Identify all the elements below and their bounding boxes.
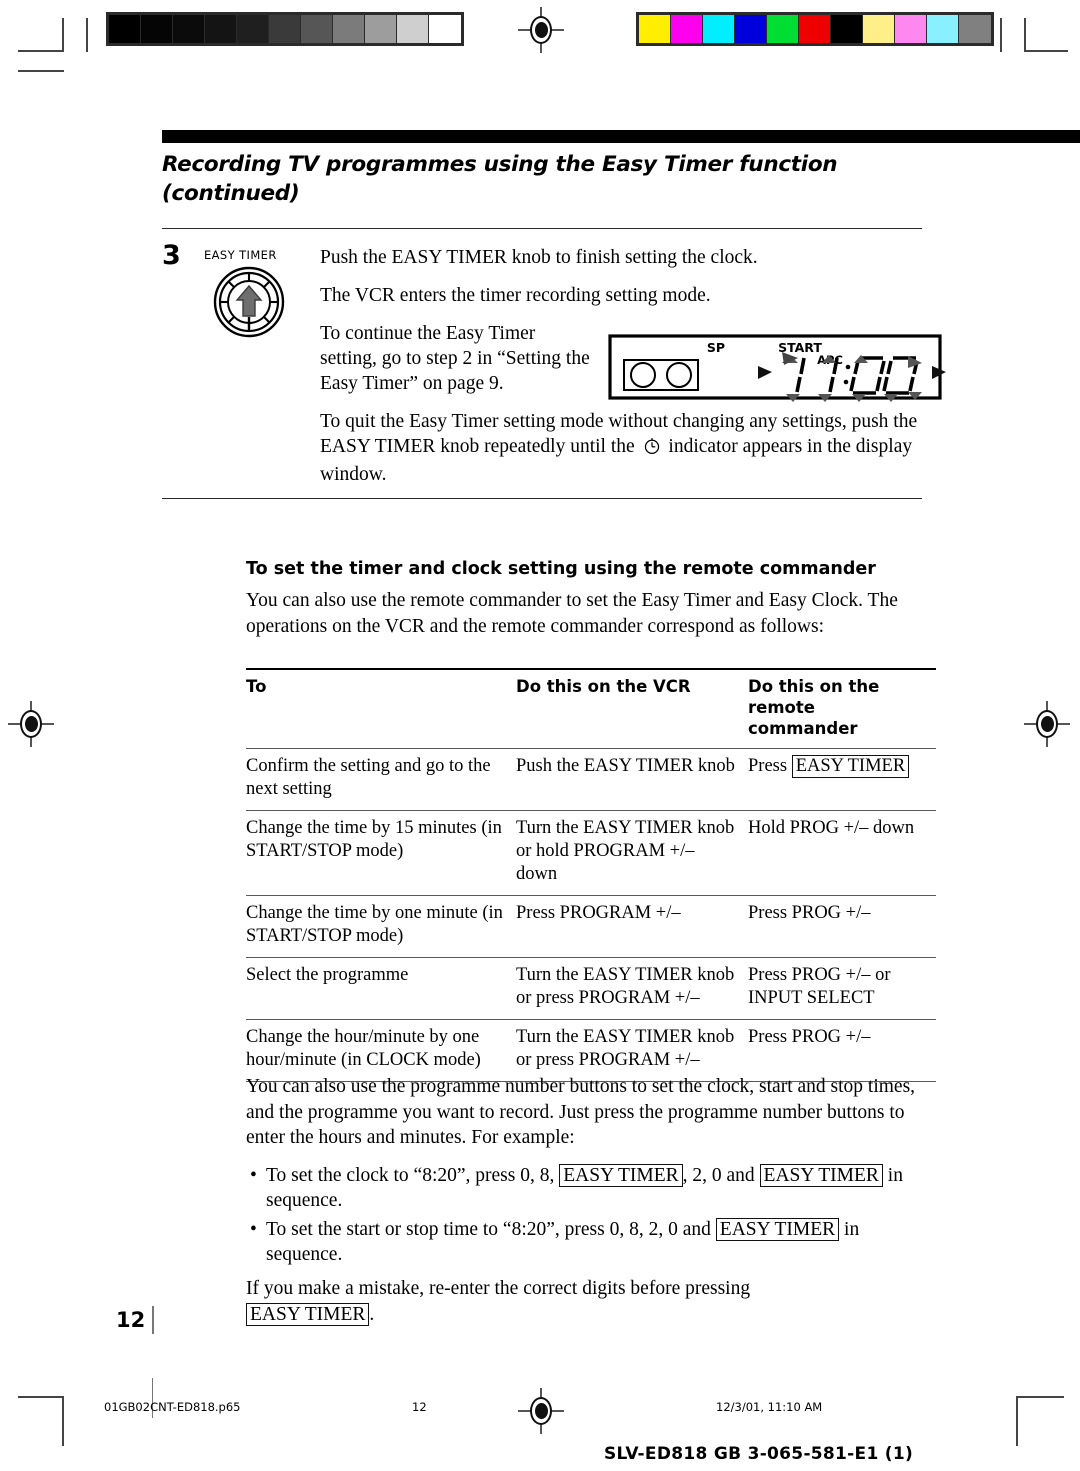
easy-timer-key-badge[interactable]: EASY TIMER (715, 1217, 840, 1241)
table-row: Change the time by one minute (in START/… (246, 896, 936, 958)
final-note-text-a: If you make a mistake, re-enter the corr… (246, 1278, 751, 1299)
outro-section: You can also use the programme number bu… (246, 1074, 936, 1271)
list-item: To set the clock to “8:20”, press 0, 8, … (246, 1163, 936, 1214)
cell-remote-text: Press (748, 756, 792, 776)
cell-action: Select the programme (246, 965, 409, 985)
easy-timer-key-badge[interactable]: EASY TIMER (791, 755, 910, 778)
page-number-rule (152, 1306, 154, 1334)
step-line-2: The VCR enters the timer recording setti… (320, 285, 711, 306)
rotary-knob-up-arrow-icon (213, 266, 285, 338)
bullet1-text-b: , 2, 0 and (682, 1164, 755, 1186)
column-header-vcr: Do this on the VCR (516, 677, 691, 696)
bullet1-text-a: To set the clock to “8:20”, press 0, 8, (266, 1164, 555, 1186)
title-divider-rule (162, 228, 922, 229)
cell-remote: Press PROG +/– or INPUT SELECT (748, 965, 891, 1008)
step-line-4: To quit the Easy Timer setting mode with… (320, 409, 935, 487)
cell-remote: Press PROG +/– (748, 1027, 871, 1047)
page-number: 12 (116, 1308, 146, 1332)
cell-vcr: Turn the EASY TIMER knob or press PROGRA… (516, 1027, 735, 1070)
cell-remote: Press EASY TIMER (748, 749, 936, 811)
vcr-display-illustration: SP START APC (608, 322, 948, 402)
header-black-rule (162, 130, 1080, 143)
cell-remote: Hold PROG +/– down (748, 818, 915, 838)
step-line-3: To continue the Easy Timer setting, go t… (320, 323, 590, 394)
column-header-remote: Do this on the remote commander (748, 677, 880, 738)
outro-paragraph: You can also use the programme number bu… (246, 1076, 916, 1148)
knob-caption: EASY TIMER (204, 248, 277, 262)
clock-timer-indicator-icon (643, 437, 661, 462)
step-number: 3 (162, 240, 181, 271)
svg-text:SP: SP (707, 340, 725, 355)
cell-vcr: Push the EASY TIMER knob (516, 756, 735, 776)
step-line-1: Push the EASY TIMER knob to finish setti… (320, 247, 758, 268)
column-header-to: To (246, 677, 267, 696)
final-note: If you make a mistake, re-enter the corr… (246, 1276, 936, 1328)
page-title: Recording TV programmes using the Easy T… (162, 152, 838, 206)
footer-filename: 01GB02CNT-ED818.p65 (104, 1400, 241, 1414)
registration-mark-bottom-center (518, 1388, 564, 1434)
table-row: Change the hour/minute by one hour/minut… (246, 1020, 936, 1082)
step-section-divider-rule (162, 498, 922, 499)
easy-timer-key-badge[interactable]: EASY TIMER (559, 1163, 683, 1187)
final-note-text-b: . (369, 1304, 375, 1325)
easy-timer-key-badge[interactable]: EASY TIMER (759, 1163, 883, 1187)
cell-vcr: Turn the EASY TIMER knob or hold PROGRAM… (516, 818, 735, 884)
cell-action: Change the time by 15 minutes (in START/… (246, 818, 502, 861)
example-bullet-list: To set the clock to “8:20”, press 0, 8, … (246, 1163, 936, 1268)
bullet2-text-a: To set the start or stop time to “8:20”,… (266, 1218, 711, 1240)
list-item: To set the start or stop time to “8:20”,… (246, 1217, 936, 1268)
svg-text:START: START (778, 340, 822, 355)
table-header-row: To Do this on the VCR Do this on the rem… (246, 669, 936, 749)
cell-vcr: Turn the EASY TIMER knob or press PROGRA… (516, 965, 735, 1008)
cell-action: Confirm the setting and go to the next s… (246, 756, 491, 799)
cell-vcr: Press PROGRAM +/– (516, 903, 681, 923)
footer-model-code: SLV-ED818 GB 3-065-581-E1 (1) (604, 1444, 914, 1464)
footer-page-number: 12 (412, 1400, 427, 1414)
manual-page: Recording TV programmes using the Easy T… (0, 0, 1080, 1471)
command-comparison-table: To Do this on the VCR Do this on the rem… (246, 668, 936, 1082)
table-row: Select the programme Turn the EASY TIMER … (246, 958, 936, 1020)
cell-action: Change the hour/minute by one hour/minut… (246, 1027, 481, 1070)
section-subheading: To set the timer and clock setting using… (246, 559, 876, 579)
cell-action: Change the time by one minute (in START/… (246, 903, 503, 946)
table-row: Change the time by 15 minutes (in START/… (246, 811, 936, 896)
cell-remote: Press PROG +/– (748, 903, 871, 923)
footer-timestamp: 12/3/01, 11:10 AM (716, 1400, 823, 1414)
easy-timer-key-badge[interactable]: EASY TIMER (246, 1303, 370, 1326)
section-intro-paragraph: You can also use the remote commander to… (246, 590, 898, 637)
table-row: Confirm the setting and go to the next s… (246, 749, 936, 811)
